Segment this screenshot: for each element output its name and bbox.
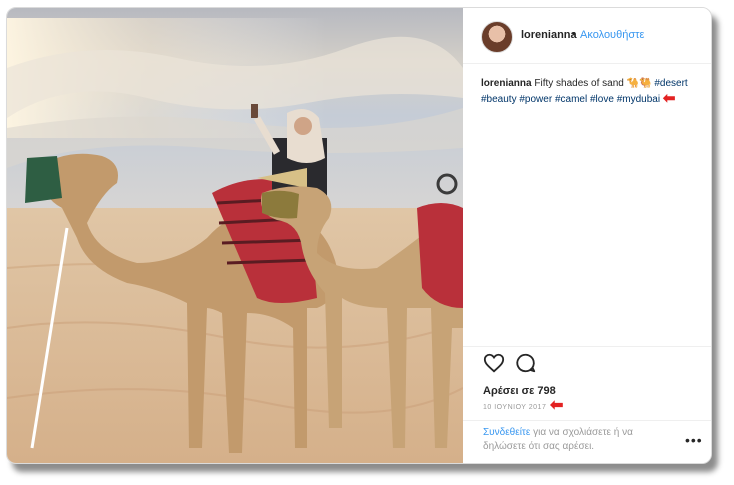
username-link[interactable]: lorenianna [521,29,577,41]
hashtag-love[interactable]: #love [590,94,614,105]
post-photo-image [7,8,463,463]
login-link[interactable]: Συνδεθείτε [483,427,530,438]
heart-outline-icon[interactable] [483,352,505,374]
annotation-arrow-icon: ⬅ [550,397,564,414]
more-options-icon[interactable]: ••• [685,432,703,448]
comment-bubble-icon[interactable] [515,352,537,374]
caption-emoji: 🐪🐫 [626,78,652,89]
hashtag-power[interactable]: #power [519,94,552,105]
instagram-post-card: lorenianna • Ακολουθήστε lorenianna Fift… [6,7,712,464]
post-caption: lorenianna Fifty shades of sand 🐪🐫 #dese… [481,76,703,107]
actions-divider [463,346,711,347]
hashtag-desert[interactable]: #desert [654,78,687,89]
caption-text: Fifty shades of sand [534,78,624,89]
caption-username[interactable]: lorenianna [481,78,532,89]
login-prompt: Συνδεθείτε για να σχολιάσετε ή να δηλώσε… [483,426,673,454]
hashtag-mydubai[interactable]: #mydubai [617,94,660,105]
post-header: lorenianna • Ακολουθήστε [463,8,711,64]
avatar[interactable] [481,21,513,53]
separator-dot: • [572,28,576,40]
follow-button[interactable]: Ακολουθήστε [580,29,644,41]
hashtag-beauty[interactable]: #beauty [481,94,517,105]
post-photo[interactable] [7,8,463,463]
post-sidebar: lorenianna • Ακολουθήστε lorenianna Fift… [463,8,711,463]
hashtag-camel[interactable]: #camel [555,94,587,105]
likes-count[interactable]: Αρέσει σε 798 [483,385,556,397]
annotation-arrow-icon: ⬅ [662,90,676,107]
comment-divider [463,420,711,421]
post-date[interactable]: 10 ΙΟΥΝΙΟΥ 2017 [483,404,546,411]
